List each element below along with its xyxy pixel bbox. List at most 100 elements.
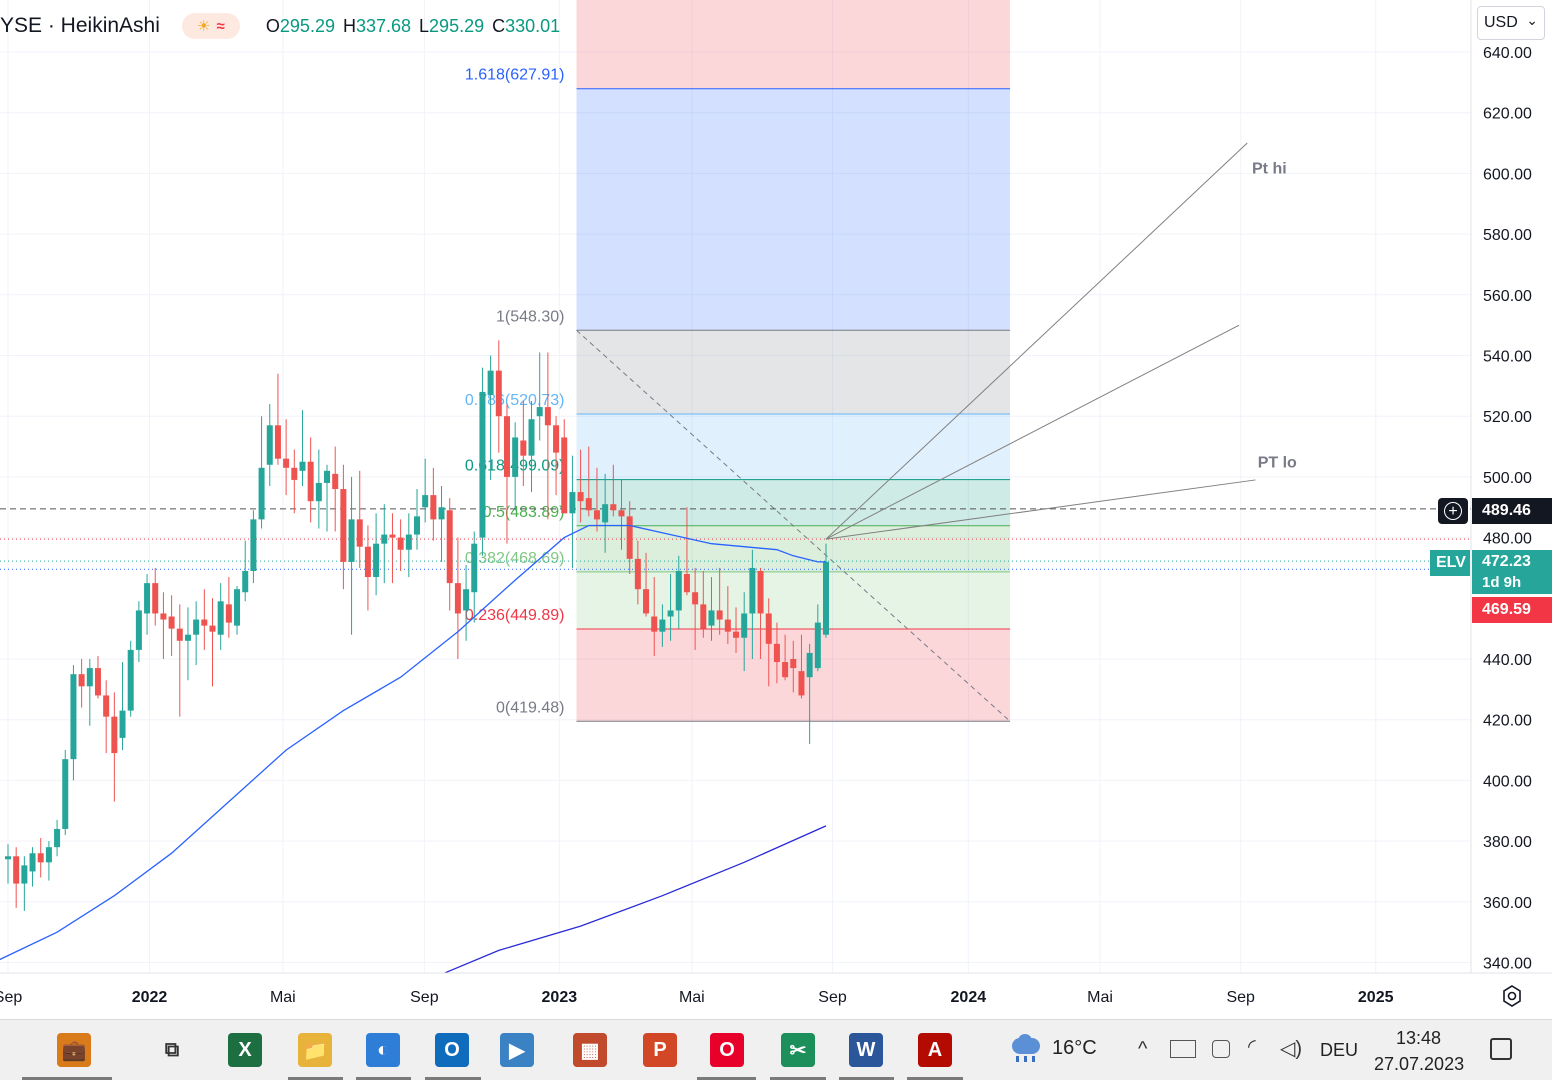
candle-body xyxy=(397,537,404,550)
fib-level-label: 0.236(449.89) xyxy=(465,607,565,624)
candle-body xyxy=(790,659,797,669)
taskbar-word-button[interactable]: W xyxy=(846,1030,886,1070)
add-alert-button[interactable]: + xyxy=(1438,498,1468,524)
candle-body xyxy=(626,516,633,559)
candle-body xyxy=(274,425,281,459)
price-tick-label: 560.00 xyxy=(1483,288,1532,305)
fib-zone xyxy=(576,479,1011,526)
candle-body xyxy=(168,616,175,629)
sma-price-badge: 469.59 xyxy=(1472,597,1552,623)
language-indicator[interactable]: DEU xyxy=(1320,1040,1358,1061)
taskbar-media-player-button[interactable]: ▶ xyxy=(497,1030,537,1070)
plus-circle-icon: + xyxy=(1444,502,1462,520)
candle-body xyxy=(716,610,723,620)
chart-annotation: PT lo xyxy=(1258,455,1297,472)
candle-body xyxy=(5,856,11,860)
candle-body xyxy=(757,570,764,614)
candle-body xyxy=(135,610,142,650)
candle-body xyxy=(438,507,445,520)
ohlc-open: O295.29 xyxy=(265,15,335,36)
taskbar-device-button[interactable]: ▦ xyxy=(570,1030,610,1070)
chevron-up-icon[interactable]: ^ xyxy=(1138,1038,1147,1061)
fib-zone xyxy=(576,413,1011,480)
candle-body xyxy=(324,470,331,483)
candle-body xyxy=(381,534,388,544)
clock-date[interactable]: 27.07.2023 xyxy=(1374,1054,1464,1075)
candle-body xyxy=(512,437,519,477)
clock-time[interactable]: 13:48 xyxy=(1396,1028,1441,1049)
time-tick-label: Mai xyxy=(679,989,705,1006)
taskbar-opera-button[interactable]: O xyxy=(707,1030,747,1070)
candle-body xyxy=(495,370,502,417)
candle-body xyxy=(749,567,756,614)
windows-taskbar: 💼 ⧉ X 📁 ◐ O ▶ ▦ P O ✂ W A 16°C ^ ◜ ◁) DEU 13:48 27.0… xyxy=(0,1019,1552,1080)
candle-body xyxy=(446,510,453,584)
taskbar-edge-button[interactable]: ◐ xyxy=(363,1030,403,1070)
candle-body xyxy=(144,583,151,614)
taskbar-app-button[interactable]: ✂ xyxy=(778,1030,818,1070)
fib-level-label: 0.5(483.89) xyxy=(483,504,565,521)
wifi-icon[interactable]: ◜ xyxy=(1248,1034,1256,1059)
excel-icon: X xyxy=(228,1033,262,1067)
network-error-icon[interactable] xyxy=(1170,1040,1196,1058)
settings-gear-icon[interactable] xyxy=(1499,983,1525,1009)
candle-body xyxy=(814,622,821,669)
candle-body xyxy=(225,604,232,623)
candle-body xyxy=(577,492,584,502)
edge-icon: ◐ xyxy=(366,1033,400,1067)
symbol-title[interactable]: YSE · HeikinAshi xyxy=(0,14,160,38)
fib-zone xyxy=(576,330,1011,414)
candle-body xyxy=(405,534,412,550)
notification-icon[interactable] xyxy=(1490,1038,1512,1060)
time-tick-label: 2023 xyxy=(542,989,578,1006)
fib-zone xyxy=(576,88,1011,331)
time-tick-label: 2025 xyxy=(1358,989,1394,1006)
candle-body xyxy=(13,856,20,884)
acrobat-icon: A xyxy=(918,1033,952,1067)
candle-body xyxy=(463,589,470,611)
candle-body xyxy=(520,440,527,456)
candle-body xyxy=(602,504,609,523)
cloud-rain-icon xyxy=(1008,1034,1044,1062)
candle-body xyxy=(544,407,551,426)
candle-body xyxy=(733,631,740,638)
candle-body xyxy=(193,619,200,635)
candle-body xyxy=(643,589,650,614)
last-price-value: 472.23 xyxy=(1482,553,1531,570)
candle-body xyxy=(201,619,208,626)
candle-body xyxy=(773,643,780,663)
candle-body xyxy=(364,546,371,578)
price-tick-label: 520.00 xyxy=(1483,409,1532,426)
taskbar-task-view-button[interactable]: ⧉ xyxy=(152,1030,192,1070)
candle-body xyxy=(454,583,461,614)
ohlc-high: H337.68 xyxy=(342,15,412,36)
candle-body xyxy=(479,391,486,538)
weather-widget[interactable]: 16°C xyxy=(1008,1034,1097,1062)
candle-body xyxy=(593,510,600,520)
speaker-icon[interactable]: ◁) xyxy=(1280,1036,1302,1061)
fib-zone xyxy=(576,571,1011,629)
taskbar-acrobat-button[interactable]: A xyxy=(915,1030,955,1070)
candle-body xyxy=(373,543,380,578)
taskbar-powerpoint-button[interactable]: P xyxy=(640,1030,680,1070)
fib-level-label: 0.382(468.69) xyxy=(465,550,565,567)
candle-body xyxy=(806,652,813,678)
price-chart[interactable]: 1.618(627.91)1(548.30)0.786(520.73)0.618… xyxy=(0,0,1552,1019)
device-icon: ▦ xyxy=(573,1033,607,1067)
candle-body xyxy=(765,613,772,644)
candle-body xyxy=(242,570,249,593)
candle-body xyxy=(422,495,429,508)
camera-icon[interactable] xyxy=(1212,1040,1230,1058)
taskbar-outlook-button[interactable]: O xyxy=(432,1030,472,1070)
taskbar-briefcase-app-button[interactable]: 💼 xyxy=(54,1030,94,1070)
taskbar-file-explorer-button[interactable]: 📁 xyxy=(295,1030,335,1070)
candle-body xyxy=(700,604,707,629)
last-price-badge: 472.23 1d 9h xyxy=(1472,550,1552,594)
taskbar-excel-button[interactable]: X xyxy=(225,1030,265,1070)
session-status-badge[interactable]: ☀ ≈ xyxy=(181,13,240,39)
currency-select[interactable]: USD ⌄ xyxy=(1477,6,1545,40)
time-tick-label: 2022 xyxy=(132,989,168,1006)
candle-body xyxy=(659,619,666,632)
candle-body xyxy=(21,865,28,884)
candle-body xyxy=(250,519,257,571)
